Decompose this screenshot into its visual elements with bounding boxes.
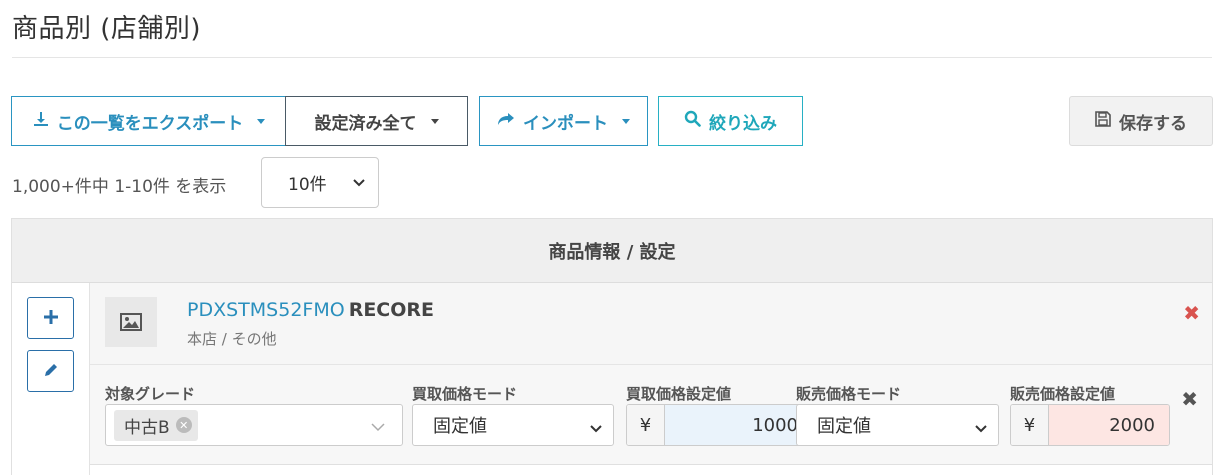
search-icon	[684, 110, 701, 132]
caret-down-icon	[430, 118, 439, 124]
page-title: 商品別 (店舗別)	[12, 14, 202, 44]
save-button[interactable]: 保存する	[1069, 96, 1213, 146]
add-button[interactable]	[27, 297, 74, 339]
sell-price-value: 2000	[1049, 405, 1169, 445]
plus-icon	[43, 306, 59, 331]
product-row: PDXSTMS52FMO RECORE 本店 / その他 ✖	[90, 283, 1212, 365]
delete-icon[interactable]: ✖	[1183, 301, 1200, 325]
save-label: 保存する	[1119, 113, 1187, 134]
download-icon	[33, 111, 49, 132]
buy-currency: ¥	[627, 405, 665, 445]
buy-mode-label: 買取価格モード	[412, 385, 518, 403]
chevron-down-icon	[370, 418, 386, 439]
sku-link[interactable]: PDXSTMS52FMO	[187, 299, 345, 321]
sell-mode-label: 販売価格モード	[796, 385, 902, 403]
grade-label: 対象グレード	[105, 385, 196, 403]
export-button[interactable]: この一覧をエクスポート	[11, 96, 286, 146]
settings-row: 対象グレード 中古B ✕ 買取価格モード 固定値 買取価格設定値 ¥ 1000 …	[90, 365, 1212, 465]
caret-down-icon	[257, 118, 266, 124]
export-label: この一覧をエクスポート	[56, 113, 244, 134]
row-actions	[12, 283, 90, 475]
set-all-dropdown[interactable]: 設定済み全て	[285, 96, 468, 146]
buy-price-value: 1000	[665, 405, 812, 445]
table-header: 商品情報 / 設定	[12, 219, 1212, 283]
caret-down-icon	[622, 118, 630, 124]
share-icon	[497, 111, 515, 132]
grade-chip-label: 中古B	[124, 417, 170, 438]
store-path: 本店 / その他	[187, 330, 277, 348]
close-icon[interactable]: ✖	[1181, 387, 1198, 411]
chevron-down-icon	[589, 420, 603, 441]
filter-label: 絞り込み	[709, 113, 777, 134]
filter-button[interactable]: 絞り込み	[658, 96, 803, 146]
divider	[12, 57, 1212, 58]
sell-price-label: 販売価格設定値	[1010, 385, 1116, 403]
chip-remove-icon[interactable]: ✕	[175, 417, 192, 433]
result-summary: 1,000+件中 1-10件 を表示	[12, 177, 227, 197]
chevron-down-icon	[352, 175, 366, 195]
chevron-down-icon	[974, 420, 988, 441]
sell-currency: ¥	[1011, 405, 1049, 445]
buy-mode-value: 固定値	[433, 416, 487, 437]
pencil-icon	[43, 359, 59, 384]
grade-multiselect[interactable]: 中古B ✕	[105, 404, 403, 446]
import-label: インポート	[523, 113, 608, 134]
product-table: 商品情報 / 設定 PDXSTMS52FMO RECORE 本店 / その他 ✖ …	[11, 218, 1213, 475]
sell-mode-value: 固定値	[817, 416, 871, 437]
page-size-select[interactable]: 10件	[261, 157, 379, 208]
product-title: PDXSTMS52FMO RECORE	[187, 299, 434, 321]
sell-mode-select[interactable]: 固定値	[796, 404, 999, 446]
buy-price-label: 買取価格設定値	[626, 385, 732, 403]
import-button[interactable]: インポート	[479, 96, 648, 146]
buy-price-input[interactable]: ¥ 1000	[626, 404, 813, 446]
sell-price-input[interactable]: ¥ 2000	[1010, 404, 1170, 446]
grade-chip: 中古B ✕	[114, 409, 198, 441]
page-size-value: 10件	[288, 175, 327, 195]
edit-button[interactable]	[27, 350, 74, 392]
image-icon	[105, 297, 157, 347]
brand-name: RECORE	[348, 299, 435, 321]
set-all-label: 設定済み全て	[314, 113, 417, 134]
buy-mode-select[interactable]: 固定値	[412, 404, 614, 446]
save-icon	[1095, 110, 1111, 132]
